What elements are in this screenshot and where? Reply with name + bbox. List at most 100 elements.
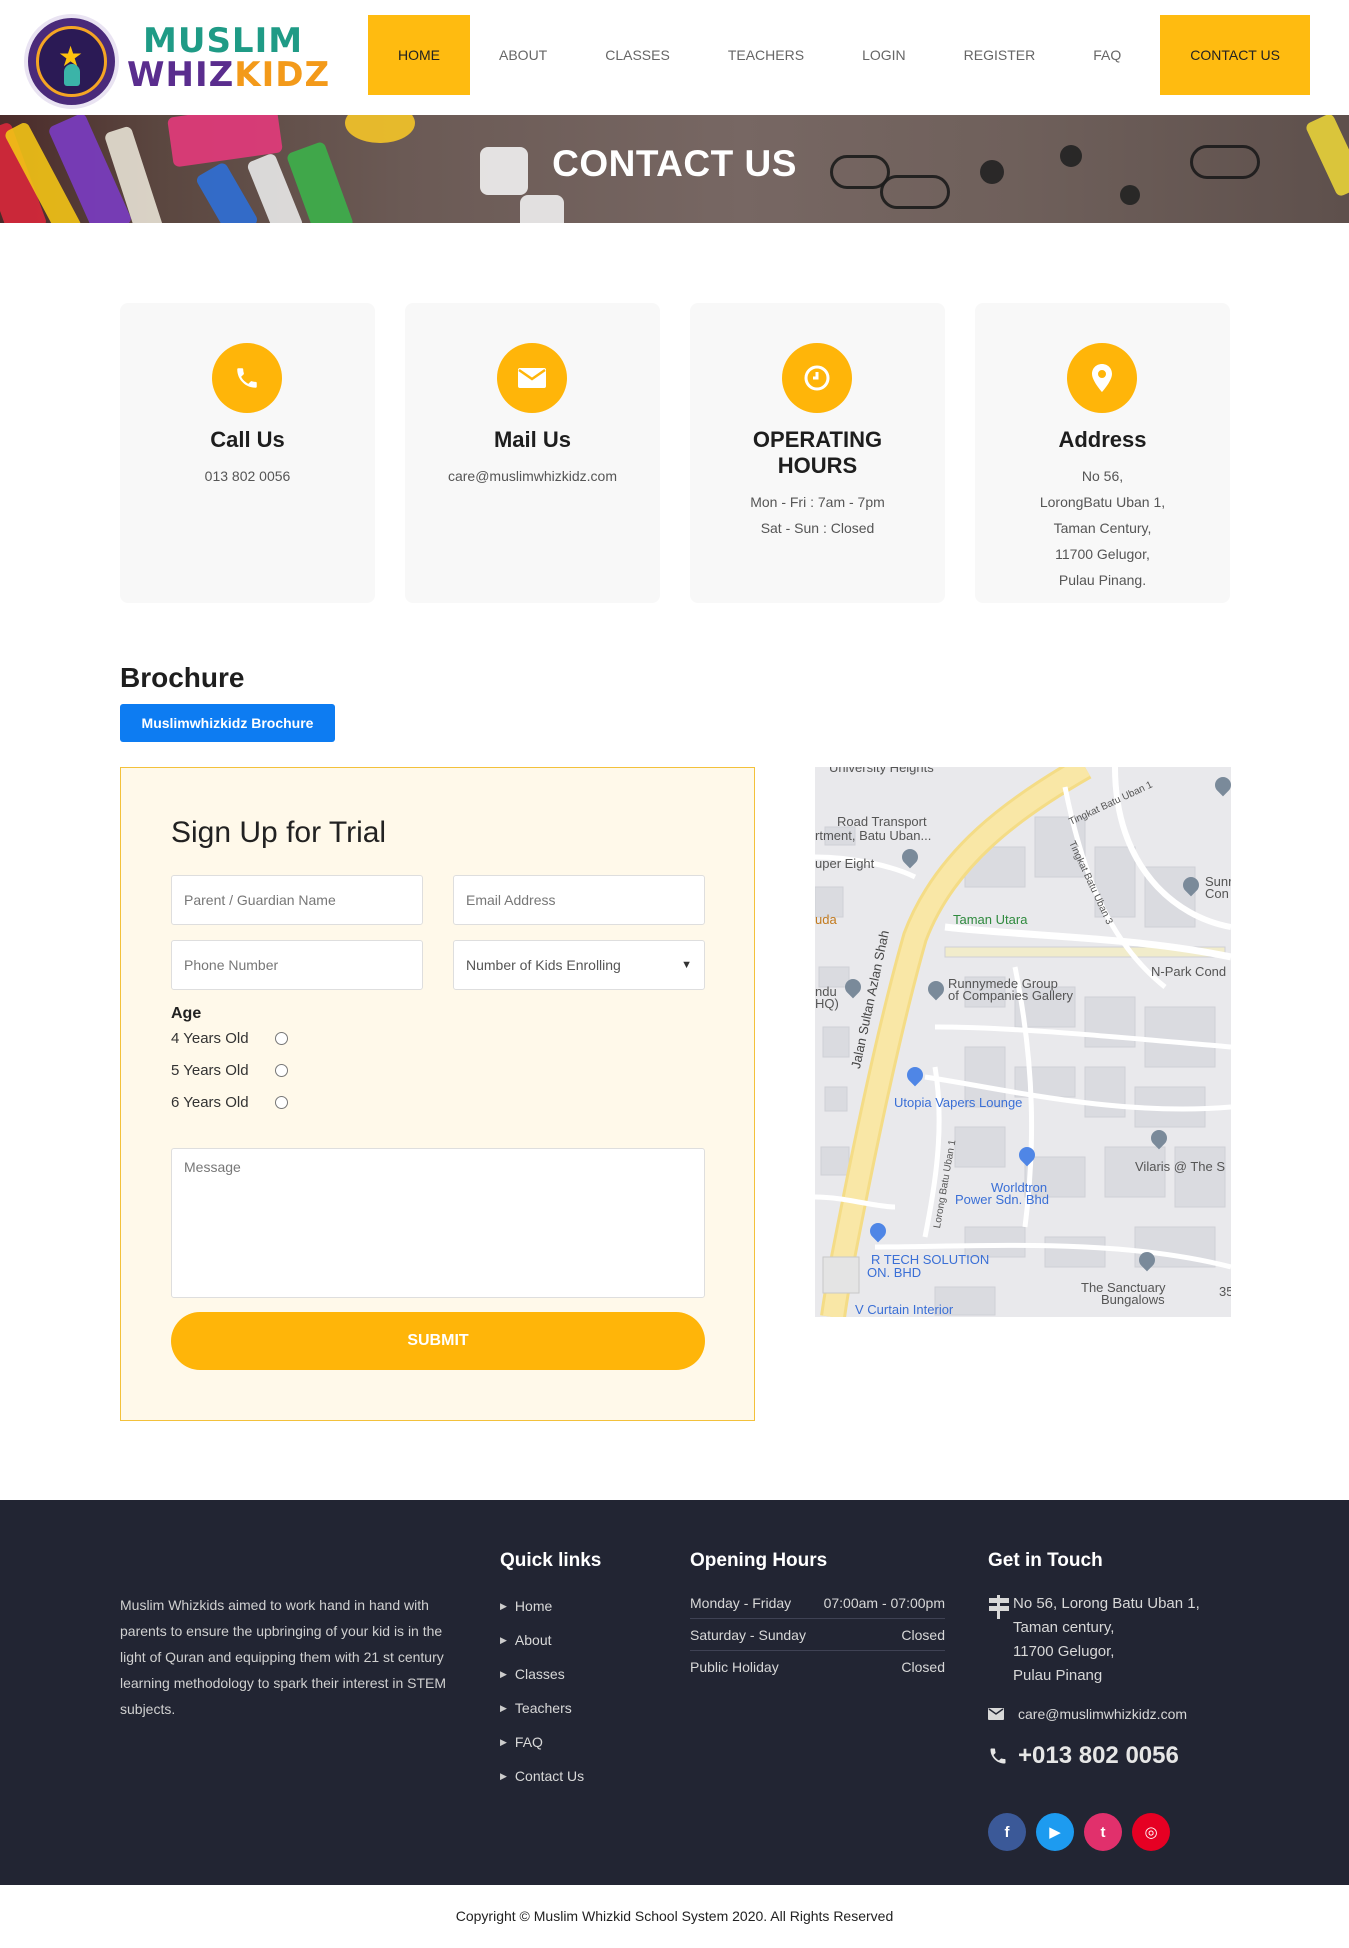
footer-address: No 56, Lorong Batu Uban 1, Taman century… (988, 1592, 1248, 1688)
map-label: Con (1205, 886, 1229, 901)
age-option-6[interactable]: 6 Years Old (171, 1094, 288, 1111)
quick-links-list: ▶ Home ▶ About ▶ Classes ▶ Teachers ▶ FAQ ▶ Co… (500, 1589, 584, 1793)
caret-right-icon: ▶ (500, 1702, 507, 1713)
card-hours-weekend: Sat - Sun : Closed (760, 520, 875, 536)
mail-icon (497, 343, 567, 413)
age-4-radio[interactable] (275, 1032, 288, 1045)
quick-links-heading: Quick links (500, 1550, 602, 1571)
map-label: Bungalows (1101, 1292, 1165, 1307)
phone-icon (990, 1748, 1006, 1764)
logo-line1: MUSLIM (143, 21, 304, 61)
youtube-icon[interactable]: ▶ (1036, 1813, 1074, 1851)
social-links: f ▶ t ◎ (988, 1813, 1180, 1851)
signpost-icon (988, 1595, 1010, 1627)
nav-contact-us-button[interactable]: CONTACT US (1160, 15, 1310, 95)
footer-link-label: Teachers (514, 1700, 572, 1716)
footer-address-line: Taman century, (1013, 1619, 1115, 1636)
email-input[interactable]: Email Address (453, 875, 705, 925)
hours-time: Closed (901, 1626, 945, 1643)
footer-link-label: About (514, 1632, 552, 1648)
nav-classes[interactable]: CLASSES (576, 15, 699, 95)
brochure-heading: Brochure (120, 662, 245, 693)
hours-row: Monday - Friday 07:00am - 07:00pm (690, 1587, 945, 1619)
card-title: Mail Us (493, 427, 572, 452)
hours-day: Public Holiday (690, 1659, 779, 1675)
map-label: 35 (1219, 1284, 1231, 1299)
footer-link-faq[interactable]: ▶ FAQ (500, 1725, 584, 1759)
phone-input[interactable]: Phone Number (171, 940, 423, 990)
site-logo[interactable]: ★ MUSLIM WHIZKIDZ (24, 14, 329, 109)
map-label: uda (815, 912, 837, 927)
hours-day: Saturday - Sunday (690, 1626, 806, 1643)
nav-login[interactable]: LOGIN (833, 15, 935, 95)
map-label: Power Sdn. Bhd (955, 1192, 1049, 1207)
age-label: Age (171, 1005, 202, 1022)
hours-row: Saturday - Sunday Closed (690, 1619, 945, 1651)
contact-card-address: Address No 56, LorongBatu Uban 1, Taman … (975, 303, 1230, 603)
footer-link-label: Contact Us (514, 1768, 585, 1784)
nav-faq[interactable]: FAQ (1064, 15, 1150, 95)
get-in-touch-heading: Get in Touch (988, 1550, 1103, 1571)
caret-right-icon: ▶ (500, 1770, 507, 1781)
card-address-line: Taman Century, (1053, 520, 1152, 536)
footer-contact-block: No 56, Lorong Batu Uban 1, Taman century… (988, 1592, 1248, 1769)
contact-card-call: Call Us 013 802 0056 (120, 303, 375, 603)
footer-link-label: Home (514, 1598, 553, 1614)
card-title: Address (1058, 427, 1147, 452)
location-map[interactable]: University Heights Road Transport rtment… (815, 767, 1231, 1317)
clock-icon (782, 343, 852, 413)
map-label: N-Park Cond (1151, 964, 1227, 979)
nav-home[interactable]: HOME (368, 15, 470, 95)
caret-right-icon: ▶ (500, 1668, 507, 1679)
footer-link-classes[interactable]: ▶ Classes (500, 1657, 584, 1691)
footer-address-line: Pulau Pinang (1013, 1667, 1103, 1684)
age-option-label: 4 Years Old (171, 1030, 249, 1047)
logo-wordmark: MUSLIM WHIZKIDZ (127, 24, 330, 92)
footer-email[interactable]: care@muslimwhizkidz.com (988, 1706, 1187, 1722)
age-option-4[interactable]: 4 Years Old (171, 1030, 288, 1047)
logo-line2a: WHIZ (127, 55, 235, 95)
map-pin-icon (1067, 343, 1137, 413)
map-label: of Companies Gallery (948, 988, 1073, 1003)
age-5-radio[interactable] (275, 1064, 288, 1077)
guardian-name-input[interactable]: Parent / Guardian Name (171, 875, 423, 925)
hours-time: Closed (901, 1659, 945, 1675)
footer-about-text: Muslim Whizkids aimed to work hand in ha… (120, 1597, 447, 1717)
nav-register[interactable]: REGISTER (935, 15, 1065, 95)
mail-icon (988, 1708, 1004, 1720)
nav-teachers[interactable]: TEACHERS (699, 15, 833, 95)
map-label: V Curtain Interior (855, 1302, 954, 1317)
chevron-down-icon: ▼ (681, 959, 692, 971)
kids-count-select[interactable]: Number of Kids Enrolling ▼ (453, 940, 705, 990)
caret-right-icon: ▶ (500, 1634, 507, 1645)
message-textarea[interactable]: Message (171, 1148, 705, 1298)
map-label: University Heights (829, 767, 934, 775)
age-option-5[interactable]: 5 Years Old (171, 1062, 288, 1079)
age-6-radio[interactable] (275, 1096, 288, 1109)
kids-count-select-value: Number of Kids Enrolling (466, 957, 621, 973)
caret-right-icon: ▶ (500, 1600, 507, 1611)
page-title: CONTACT US (552, 143, 797, 184)
footer-link-home[interactable]: ▶ Home (500, 1589, 584, 1623)
map-label: Utopia Vapers Lounge (894, 1095, 1023, 1110)
card-phone-value: 013 802 0056 (204, 468, 291, 484)
card-hours-weekday: Mon - Fri : 7am - 7pm (750, 494, 885, 510)
twitter-icon[interactable]: t (1084, 1813, 1122, 1851)
main-menu: HOME ABOUT CLASSES TEACHERS LOGIN REGIST… (368, 15, 1310, 95)
instagram-icon[interactable]: ◎ (1132, 1813, 1170, 1851)
footer-link-about[interactable]: ▶ About (500, 1623, 584, 1657)
card-address-line: LorongBatu Uban 1, (1039, 494, 1166, 510)
site-footer: Muslim Whizkids aimed to work hand in ha… (0, 1500, 1349, 1885)
footer-phone[interactable]: +013 802 0056 (988, 1742, 1179, 1770)
card-address-line: Pulau Pinang. (1058, 572, 1147, 588)
submit-button[interactable]: SUBMIT (171, 1312, 705, 1370)
brochure-download-button[interactable]: Muslimwhizkidz Brochure (120, 704, 335, 742)
footer-link-contact[interactable]: ▶ Contact Us (500, 1759, 584, 1793)
contact-card-hours: OPERATING HOURS Mon - Fri : 7am - 7pm Sa… (690, 303, 945, 603)
footer-link-label: Classes (514, 1666, 565, 1682)
footer-link-teachers[interactable]: ▶ Teachers (500, 1691, 584, 1725)
nav-about[interactable]: ABOUT (470, 15, 576, 95)
card-email-value: care@muslimwhizkidz.com (447, 468, 618, 484)
hours-row: Public Holiday Closed (690, 1651, 945, 1683)
facebook-icon[interactable]: f (988, 1813, 1026, 1851)
